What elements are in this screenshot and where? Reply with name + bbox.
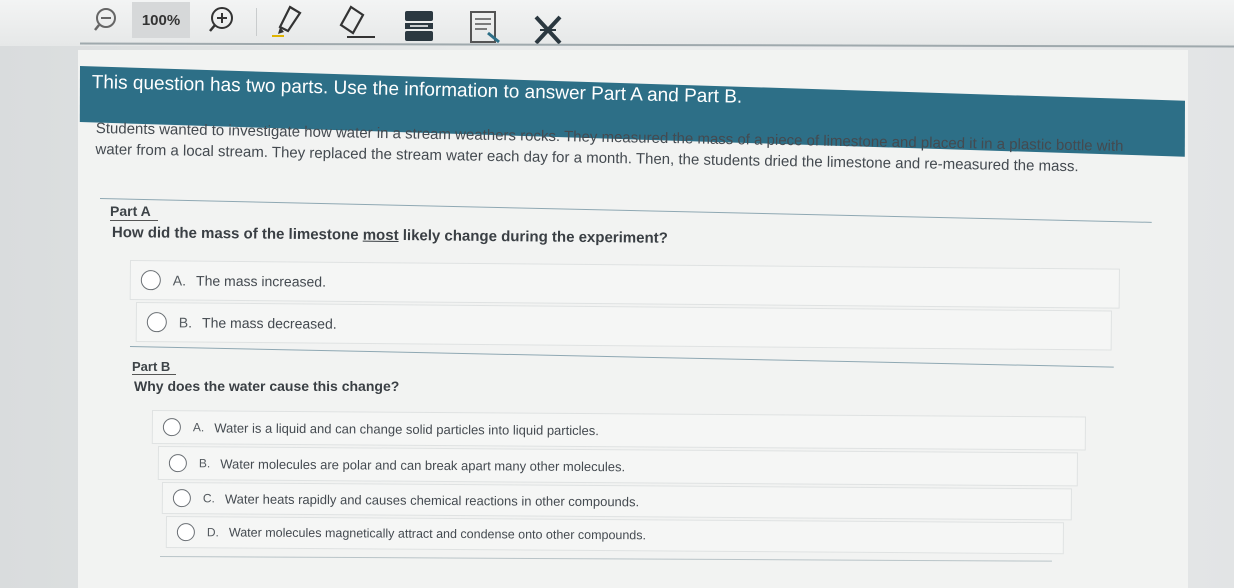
- option-text: The mass decreased.: [201, 314, 337, 332]
- zoom-in-button[interactable]: [204, 4, 238, 36]
- line-reader-button[interactable]: [400, 8, 438, 44]
- toolbar-separator: [256, 8, 257, 36]
- notepad-icon: [470, 11, 500, 44]
- option-letter: B.: [198, 456, 211, 471]
- part-a-underline: [110, 220, 158, 221]
- zoom-out-icon: [94, 8, 116, 31]
- question-text-start: How did the mass of the limestone: [111, 224, 363, 244]
- option-letter: D.: [206, 525, 219, 540]
- eraser-button[interactable]: [334, 2, 378, 42]
- part-b-question: Why does the water cause this change?: [134, 378, 400, 394]
- part-b-label: Part B: [132, 359, 171, 374]
- part-a-option-b[interactable]: B. The mass decreased.: [135, 302, 1112, 351]
- highlighter-icon: [272, 5, 302, 37]
- option-text: Water is a liquid and can change solid p…: [214, 419, 599, 438]
- option-text: The mass increased.: [195, 272, 327, 290]
- toolbar-divider: [79, 42, 1234, 48]
- toolbar: 100%: [0, 0, 1234, 48]
- answer-eliminator-icon: [534, 15, 562, 45]
- option-letter: C.: [202, 491, 215, 506]
- option-letter: A.: [192, 420, 205, 435]
- part-b-option-b[interactable]: B. Water molecules are polar and can bre…: [157, 446, 1078, 487]
- part-b-underline: [132, 374, 176, 375]
- highlighter-button[interactable]: [268, 2, 308, 40]
- zoom-level: 100%: [132, 2, 190, 38]
- radio-button[interactable]: [146, 312, 167, 333]
- option-text: Water molecules magnetically attract and…: [228, 525, 647, 543]
- notepad-button[interactable]: [464, 8, 504, 46]
- option-text: Water heats rapidly and causes chemical …: [224, 490, 640, 509]
- radio-button[interactable]: [140, 270, 161, 291]
- option-letter: B.: [178, 314, 193, 331]
- option-text: Water molecules are polar and can break …: [220, 455, 626, 474]
- part-b-option-c[interactable]: C. Water heats rapidly and causes chemic…: [161, 482, 1072, 521]
- part-b-option-d[interactable]: D. Water molecules magnetically attract …: [165, 516, 1064, 555]
- zoom-in-icon: [209, 7, 233, 32]
- part-b-option-a[interactable]: A. Water is a liquid and can change soli…: [151, 410, 1086, 451]
- question-text-end: likely change during the experiment?: [398, 227, 668, 247]
- radio-button[interactable]: [168, 454, 187, 473]
- option-letter: A.: [172, 272, 187, 289]
- answer-eliminator-button[interactable]: [530, 12, 566, 48]
- radio-button[interactable]: [176, 523, 195, 542]
- zoom-out-button[interactable]: [90, 4, 122, 34]
- line-reader-icon: [405, 11, 433, 41]
- part-a-label: Part A: [110, 203, 151, 219]
- radio-button[interactable]: [172, 489, 191, 508]
- radio-button[interactable]: [162, 418, 181, 437]
- emphasis-word: most: [362, 226, 399, 245]
- eraser-icon: [339, 5, 375, 38]
